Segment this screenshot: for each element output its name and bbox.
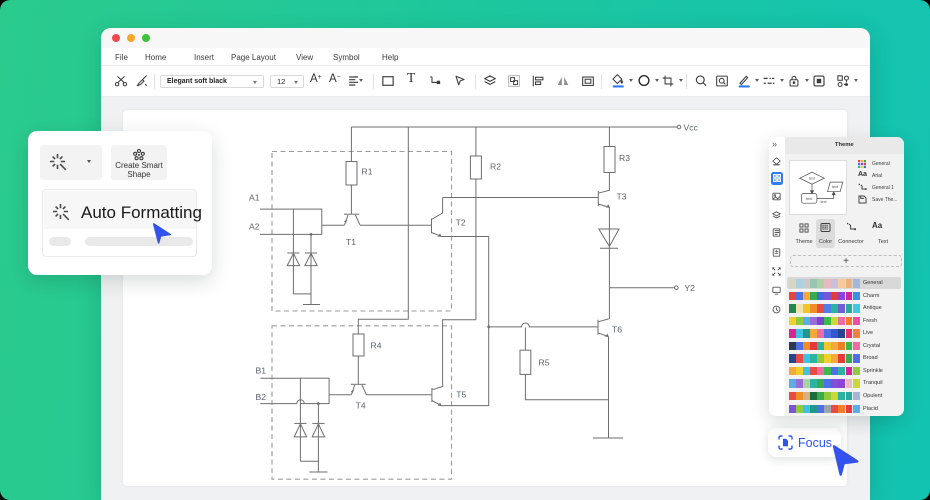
svg-text:R5: R5 — [539, 358, 550, 368]
svg-text:T1: T1 — [346, 237, 356, 247]
svg-text:text: text — [820, 200, 827, 204]
svg-text:R3: R3 — [619, 153, 630, 163]
svg-text:T6: T6 — [612, 325, 622, 335]
svg-text:B2: B2 — [256, 392, 267, 402]
svg-text:Y2: Y2 — [684, 283, 695, 293]
svg-text:text: text — [832, 185, 839, 189]
svg-text:R1: R1 — [362, 167, 373, 177]
svg-text:B1: B1 — [256, 366, 267, 376]
svg-text:T2: T2 — [456, 218, 466, 228]
svg-text:T3: T3 — [617, 192, 627, 202]
svg-text:Vcc: Vcc — [684, 122, 699, 132]
svg-text:T5: T5 — [456, 390, 466, 400]
svg-text:R4: R4 — [371, 341, 382, 351]
svg-text:text: text — [806, 197, 813, 201]
svg-text:T4: T4 — [356, 401, 366, 411]
svg-text:text: text — [809, 176, 816, 180]
svg-text:A2: A2 — [249, 222, 260, 232]
svg-text:A1: A1 — [249, 192, 260, 202]
svg-text:R2: R2 — [490, 162, 501, 172]
